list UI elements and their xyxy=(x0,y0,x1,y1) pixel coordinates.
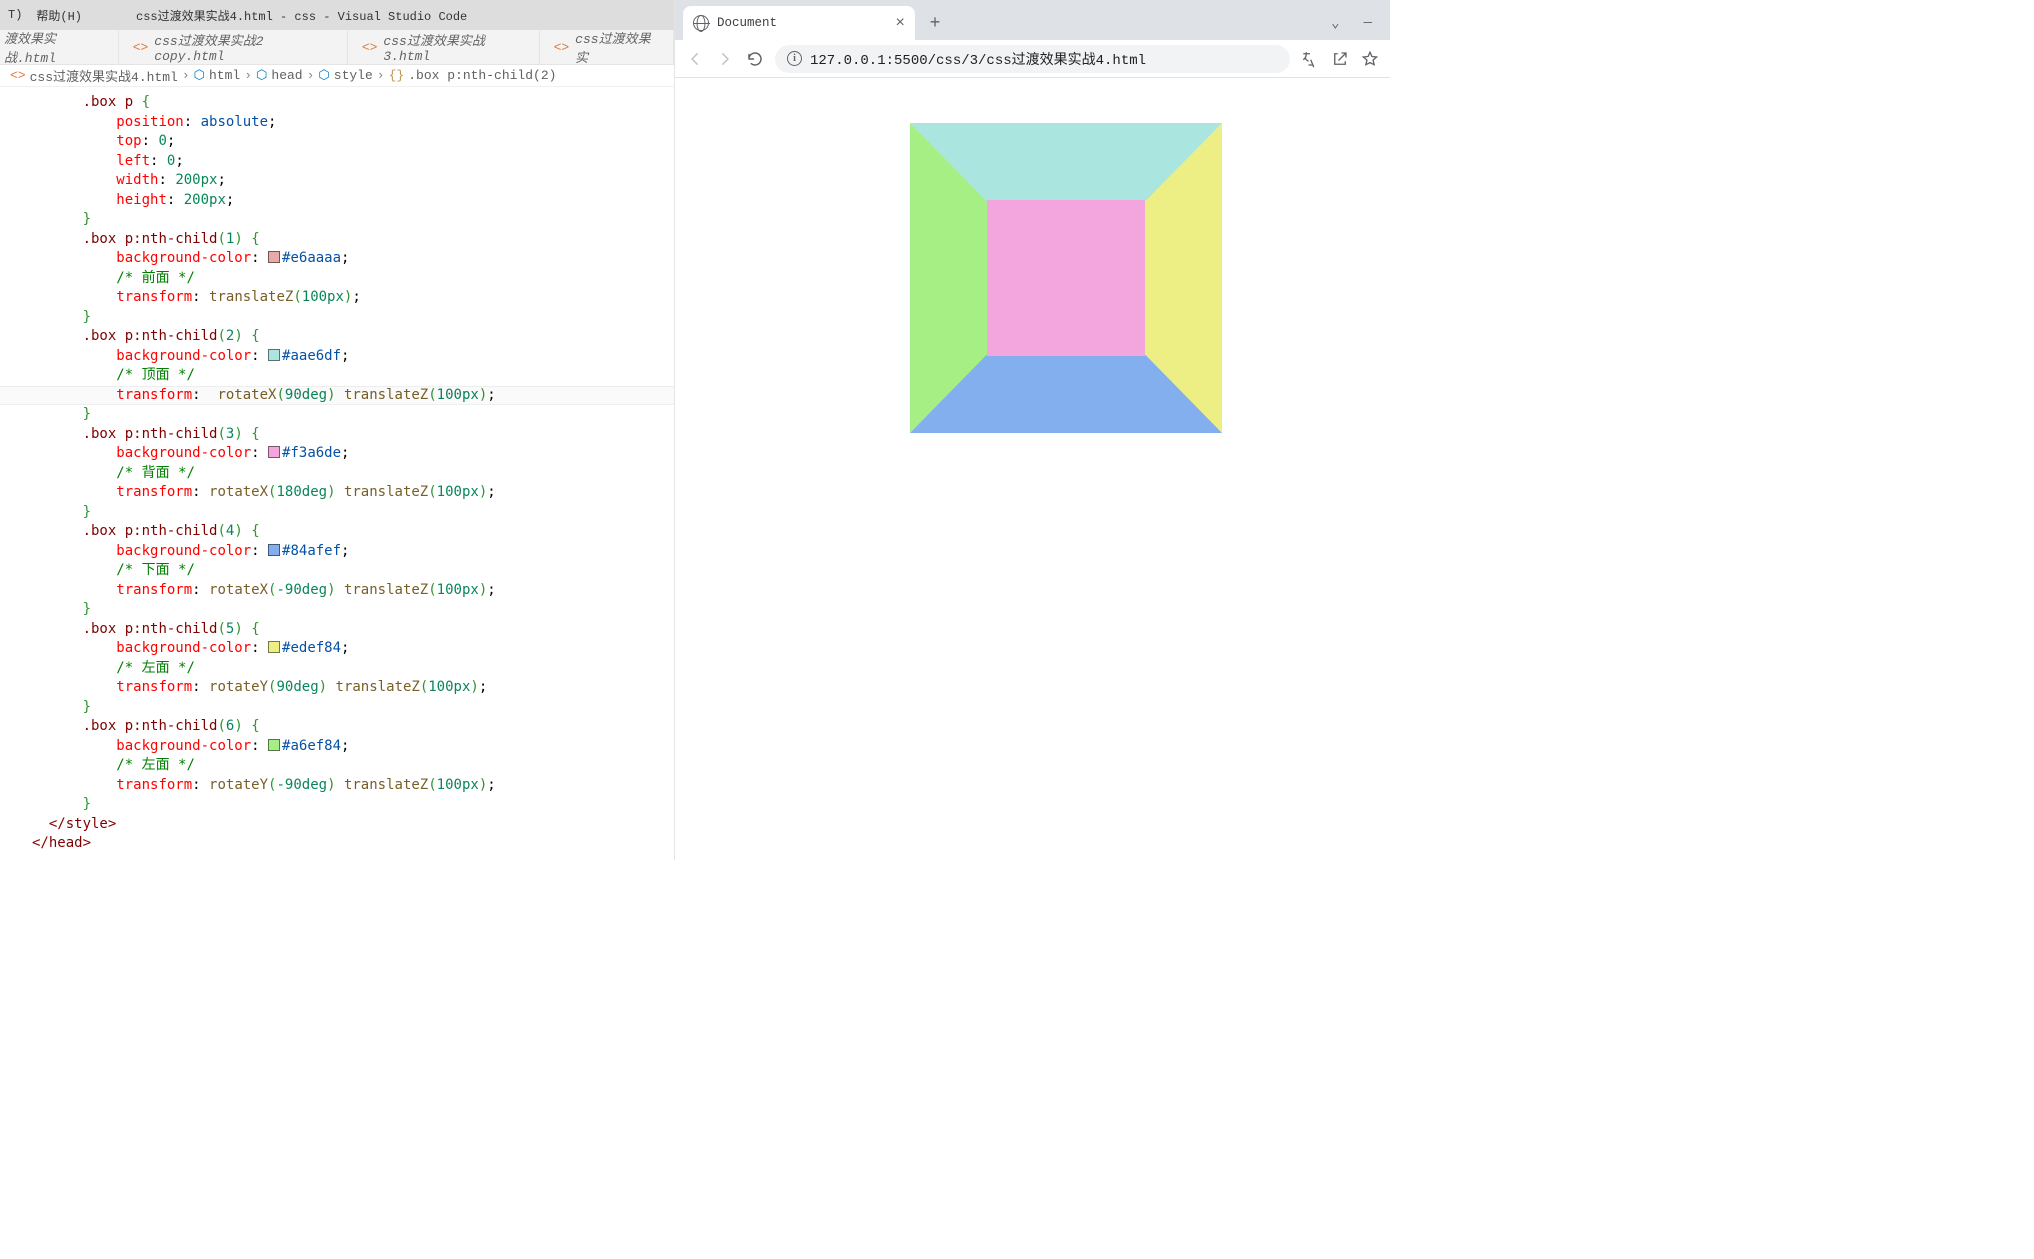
cube-icon: ⬡ xyxy=(318,68,329,83)
new-tab-button[interactable]: + xyxy=(921,10,949,38)
address-bar[interactable]: i 127.0.0.1:5500/css/3/css过渡效果实战4.html xyxy=(775,45,1290,73)
cube-face-back xyxy=(987,200,1145,356)
vscode-tab-label: css过渡效果实 xyxy=(575,28,659,66)
vscode-editor[interactable]: .box p { position: absolute; top: 0; lef… xyxy=(0,87,674,860)
chrome-window: Document × + ⌄ — i 127.0.0.1:5500/css/3/… xyxy=(675,0,1390,860)
vscode-tab[interactable]: <> css过渡效果实战2 copy.html xyxy=(119,30,348,64)
forward-button[interactable] xyxy=(715,49,735,69)
vscode-tab-label: css过渡效果实战2 copy.html xyxy=(154,30,333,64)
vscode-tab[interactable]: <> css过渡效果实战3.html xyxy=(348,30,540,64)
vscode-window: T) 帮助(H) css过渡效果实战4.html - css - Visual … xyxy=(0,0,675,860)
html-file-icon: <> xyxy=(362,40,378,55)
share-icon[interactable] xyxy=(1330,49,1350,69)
chevron-right-icon: › xyxy=(244,68,252,83)
breadcrumb-item[interactable]: style xyxy=(334,68,373,83)
brace-icon: {} xyxy=(389,68,405,83)
vscode-menu-partial[interactable]: T) xyxy=(8,8,22,22)
reload-button[interactable] xyxy=(745,49,765,69)
chevron-right-icon: › xyxy=(182,68,190,83)
back-button[interactable] xyxy=(685,49,705,69)
globe-icon xyxy=(693,15,709,31)
html-file-icon: <> xyxy=(133,40,149,55)
star-icon[interactable] xyxy=(1360,49,1380,69)
vscode-tab[interactable]: <> css过渡效果实 xyxy=(540,30,674,64)
vscode-tabs: 渡效果实战.html <> css过渡效果实战2 copy.html <> cs… xyxy=(0,30,674,65)
vscode-window-title: css过渡效果实战4.html - css - Visual Studio Co… xyxy=(136,7,467,24)
chevron-right-icon: › xyxy=(377,68,385,83)
html-file-icon: <> xyxy=(10,68,26,83)
chrome-toolbar: i 127.0.0.1:5500/css/3/css过渡效果实战4.html xyxy=(675,40,1390,78)
cube-icon: ⬡ xyxy=(194,68,205,83)
close-icon[interactable]: × xyxy=(895,14,905,32)
chrome-tabstrip: Document × + ⌄ — xyxy=(675,0,1390,40)
url-text: 127.0.0.1:5500/css/3/css过渡效果实战4.html xyxy=(810,49,1146,69)
vscode-titlebar: T) 帮助(H) css过渡效果实战4.html - css - Visual … xyxy=(0,0,674,30)
cube-icon: ⬡ xyxy=(256,68,267,83)
vscode-menu-help[interactable]: 帮助(H) xyxy=(36,7,82,24)
vscode-tab-label: css过渡效果实战3.html xyxy=(383,30,524,64)
chrome-tab[interactable]: Document × xyxy=(683,6,915,40)
cube-render xyxy=(910,123,1222,433)
chevron-right-icon: › xyxy=(307,68,315,83)
breadcrumb-item[interactable]: .box p:nth-child(2) xyxy=(408,68,556,83)
translate-icon[interactable] xyxy=(1300,49,1320,69)
vscode-tab[interactable]: 渡效果实战.html xyxy=(0,30,119,64)
chrome-page xyxy=(675,78,1390,860)
breadcrumb-item[interactable]: html xyxy=(209,68,240,83)
vscode-breadcrumbs[interactable]: <> css过渡效果实战4.html › ⬡ html › ⬡ head › ⬡… xyxy=(0,65,674,87)
breadcrumb-item[interactable]: css过渡效果实战4.html xyxy=(30,66,178,85)
chrome-tab-title: Document xyxy=(717,16,777,30)
minimize-icon[interactable]: — xyxy=(1364,15,1372,32)
vscode-tab-label: 渡效果实战.html xyxy=(4,28,104,66)
window-controls: ⌄ — xyxy=(1331,15,1390,40)
code-content: .box p { position: absolute; top: 0; lef… xyxy=(32,93,674,854)
site-info-icon[interactable]: i xyxy=(787,51,802,66)
html-file-icon: <> xyxy=(554,40,570,55)
breadcrumb-item[interactable]: head xyxy=(271,68,302,83)
chevron-down-icon[interactable]: ⌄ xyxy=(1331,15,1339,32)
